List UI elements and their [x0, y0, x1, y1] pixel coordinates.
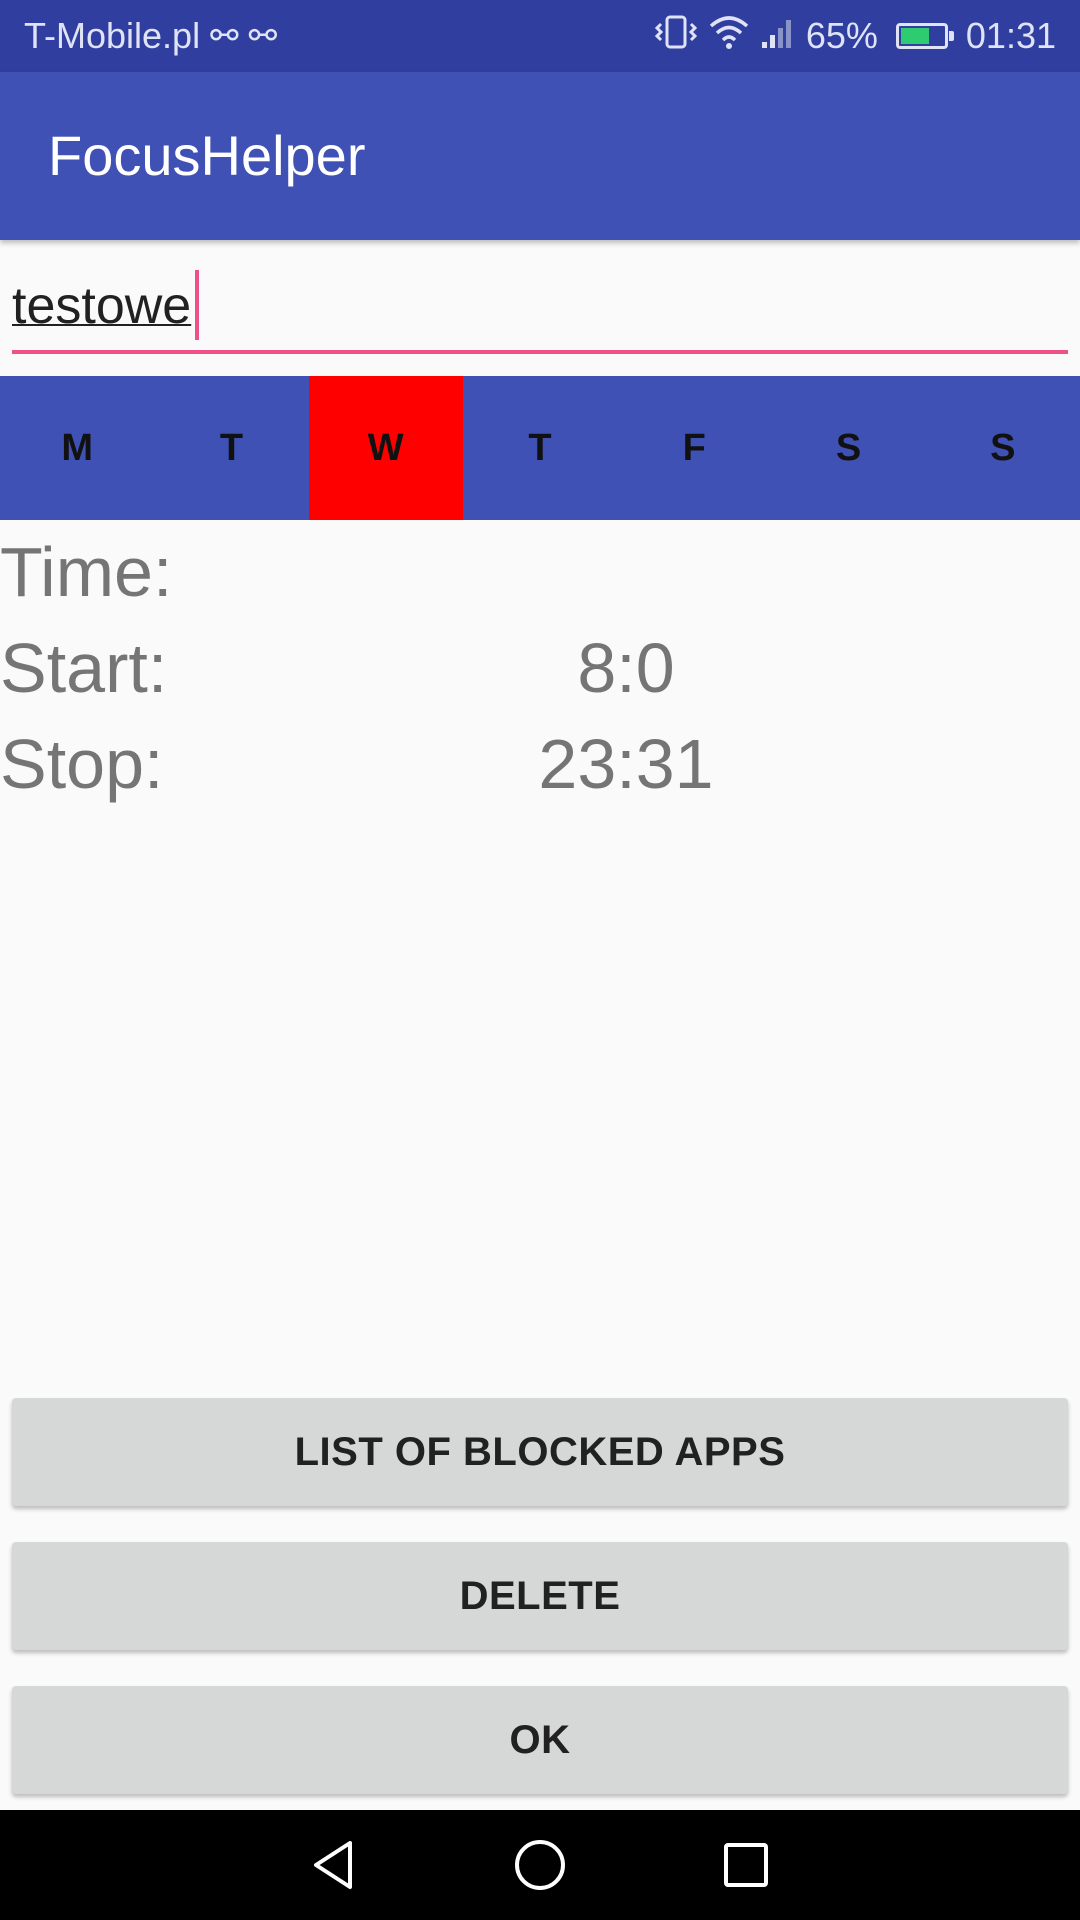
stop-time-value[interactable]: 23:31 — [538, 724, 713, 804]
status-bar-left: T-Mobile.pl ⚯ ⚯ — [24, 15, 277, 57]
status-bar-right: 65% 01:31 — [654, 14, 1056, 59]
home-icon[interactable] — [512, 1837, 568, 1893]
start-time-value[interactable]: 8:0 — [577, 628, 674, 708]
battery-percent: 65% — [805, 15, 878, 56]
start-row[interactable]: Start: 8:0 — [0, 628, 1080, 724]
ok-button[interactable]: OK — [12, 1686, 1068, 1794]
day-tuesday[interactable]: T — [154, 376, 308, 520]
clock: 01:31 — [965, 15, 1056, 56]
app-title: FocusHelper — [48, 124, 366, 187]
app-bar: FocusHelper — [0, 72, 1080, 240]
signal-icon — [760, 14, 796, 59]
usb-icon: ⚯ — [210, 17, 239, 55]
vibrate-icon — [654, 14, 698, 59]
time-row: Time: — [0, 532, 1080, 628]
stop-row[interactable]: Stop: 23:31 — [0, 724, 1080, 820]
usb-icon: ⚯ — [248, 17, 278, 55]
day-selector: M T W T F S S — [0, 376, 1080, 520]
name-input-value: testowe — [12, 277, 192, 335]
day-monday[interactable]: M — [0, 376, 154, 520]
navigation-bar — [0, 1810, 1080, 1920]
back-icon[interactable] — [306, 1837, 362, 1893]
list-of-blocked-apps-button[interactable]: LIST OF BLOCKED APPS — [12, 1398, 1068, 1506]
name-input[interactable]: testowe — [12, 268, 1068, 354]
day-wednesday[interactable]: W — [308, 376, 463, 520]
wifi-icon — [708, 14, 750, 59]
battery-icon — [895, 23, 954, 49]
start-label: Start: — [0, 629, 168, 707]
text-cursor — [195, 270, 199, 340]
delete-button[interactable]: DELETE — [12, 1542, 1068, 1650]
stop-label: Stop: — [0, 725, 164, 803]
day-saturday[interactable]: S — [771, 376, 925, 520]
carrier-label: T-Mobile.pl — [24, 15, 201, 56]
time-label: Time: — [0, 533, 173, 611]
day-sunday[interactable]: S — [926, 376, 1080, 520]
day-thursday[interactable]: T — [463, 376, 617, 520]
recents-icon[interactable] — [718, 1837, 774, 1893]
day-friday[interactable]: F — [617, 376, 771, 520]
status-bar: T-Mobile.pl ⚯ ⚯ 65% 01:31 — [0, 0, 1080, 72]
